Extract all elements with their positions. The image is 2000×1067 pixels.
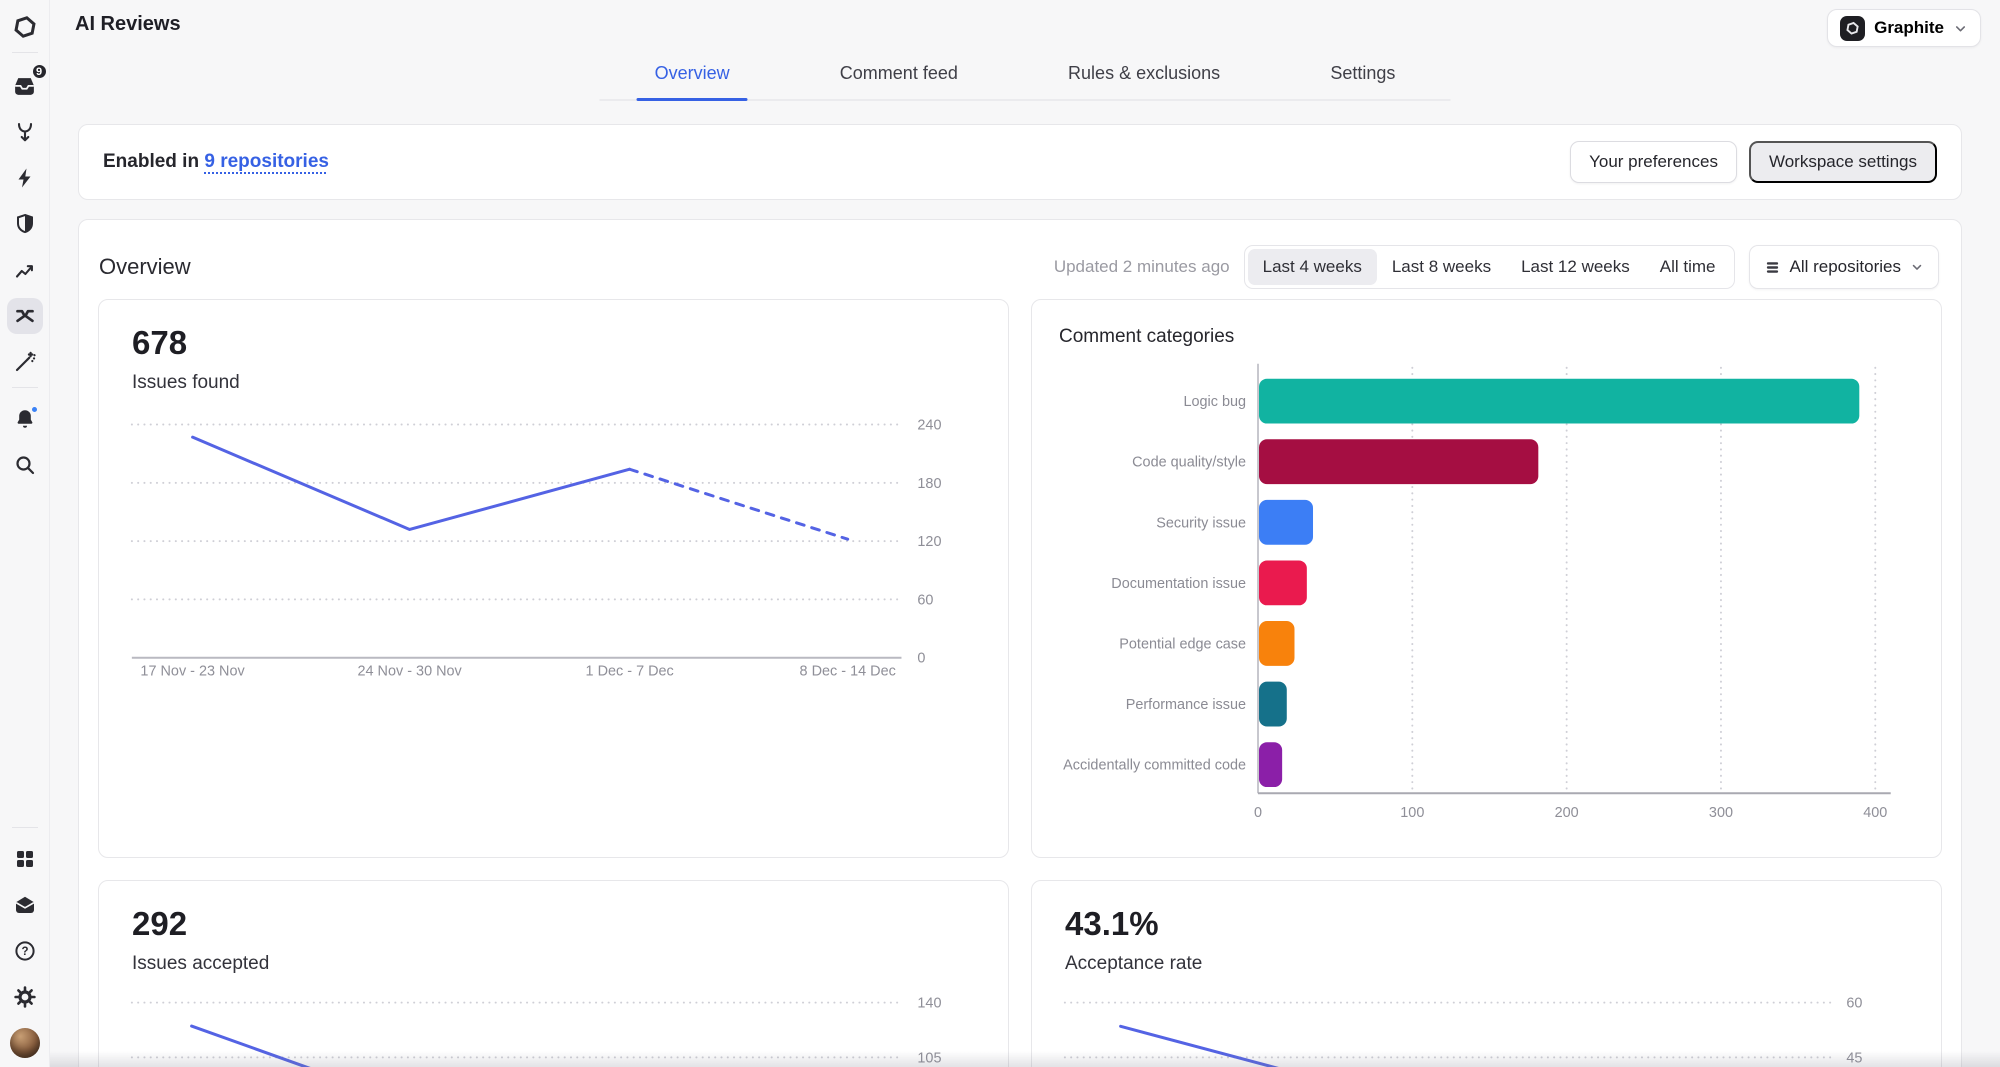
svg-text:105: 105: [917, 1050, 941, 1066]
sidebar-divider: [11, 827, 38, 828]
comment-categories-bar-chart: 0 100 200 300 400 Logic bug Code quality/style…: [1063, 363, 1891, 821]
org-avatar: [1840, 15, 1866, 41]
svg-text:300: 300: [1709, 805, 1733, 821]
stat-value: 678: [132, 324, 188, 361]
inbox-badge: 9: [30, 63, 48, 80]
flash-icon[interactable]: [7, 160, 43, 196]
automations-wand-icon[interactable]: [7, 344, 43, 380]
svg-text:24 Nov - 30 Nov: 24 Nov - 30 Nov: [357, 664, 462, 680]
overview-controls: Updated 2 minutes ago Last 4 weeks Last 8…: [1054, 245, 1939, 289]
issues-accepted-stat: 292 Issues accepted: [132, 905, 269, 975]
svg-text:0: 0: [917, 651, 925, 667]
svg-text:Performance issue: Performance issue: [1126, 697, 1246, 713]
svg-text:Logic bug: Logic bug: [1183, 394, 1246, 410]
sidebar-divider: [11, 387, 38, 388]
svg-text:400: 400: [1863, 805, 1887, 821]
top-bar: AI Reviews Overview Comment feed Rules & e…: [50, 0, 2000, 101]
sidebar-divider: [11, 52, 38, 53]
repository-filter-label: All repositories: [1789, 257, 1902, 276]
tab-overview[interactable]: Overview: [636, 51, 748, 101]
chevron-down-icon: [1955, 25, 1966, 31]
svg-text:1 Dec - 7 Dec: 1 Dec - 7 Dec: [586, 664, 674, 680]
workspace-settings-button[interactable]: Workspace settings: [1748, 141, 1937, 183]
overview-header: Overview Updated 2 minutes ago Last 4 we…: [79, 220, 1961, 289]
svg-text:100: 100: [1400, 805, 1424, 821]
svg-text:180: 180: [917, 476, 941, 492]
svg-text:Code quality/style: Code quality/style: [1132, 455, 1246, 471]
chart-title: Comment categories: [1059, 326, 1235, 347]
stat-label: Issues accepted: [132, 953, 270, 974]
svg-text:45: 45: [1846, 1050, 1862, 1066]
svg-text:17 Nov - 23 Nov: 17 Nov - 23 Nov: [140, 664, 245, 680]
repository-filter-dropdown[interactable]: All repositories: [1748, 245, 1939, 289]
svg-text:60: 60: [917, 592, 933, 608]
acceptance-rate-card: 43.1% Acceptance rate 60 45: [1031, 880, 1942, 1067]
chevron-down-icon: [1912, 264, 1922, 270]
svg-text:Accidentally committed code: Accidentally committed code: [1063, 758, 1246, 774]
inbox-icon[interactable]: 9: [7, 63, 48, 104]
tab-rules-exclusions[interactable]: Rules & exclusions: [1066, 51, 1222, 99]
stat-value: 43.1%: [1065, 905, 1159, 942]
stat-label: Acceptance rate: [1065, 953, 1203, 974]
graphite-logo-icon[interactable]: [7, 9, 43, 45]
svg-text:120: 120: [917, 534, 941, 550]
repositories-link[interactable]: 9 repositories: [204, 151, 329, 172]
page-title: AI Reviews: [75, 13, 181, 35]
section-title: Overview: [99, 254, 191, 279]
overview-section: Overview Updated 2 minutes ago Last 4 we…: [78, 219, 1962, 1067]
comment-categories-card: Comment categories 0 100 200 300 400 Logic bu…: [1031, 299, 1942, 858]
repositories-icon: [1766, 261, 1778, 273]
svg-text:0: 0: [1254, 805, 1262, 821]
settings-gear-icon[interactable]: [7, 979, 43, 1015]
svg-text:8 Dec - 14 Dec: 8 Dec - 14 Dec: [800, 664, 896, 680]
mail-icon[interactable]: [7, 887, 43, 923]
banner-actions: Your preferences Workspace settings: [1570, 141, 1937, 183]
enabled-prefix: Enabled in: [103, 151, 205, 172]
main-content: AI Reviews Overview Comment feed Rules & e…: [50, 0, 2000, 1067]
search-icon[interactable]: [7, 447, 43, 483]
svg-text:?: ?: [21, 946, 28, 958]
apps-grid-icon[interactable]: [7, 841, 43, 877]
time-range-segmented-control: Last 4 weeks Last 8 weeks Last 12 weeks All…: [1243, 245, 1735, 289]
your-preferences-button[interactable]: Your preferences: [1570, 141, 1737, 183]
svg-text:200: 200: [1555, 805, 1579, 821]
enabled-banner-text: Enabled in 9 repositories: [103, 151, 329, 173]
merge-icon[interactable]: [7, 114, 43, 150]
updated-timestamp: Updated 2 minutes ago: [1053, 257, 1230, 276]
sidebar: 9 ?: [0, 0, 50, 1067]
insights-icon[interactable]: [7, 252, 43, 288]
org-switcher-button[interactable]: Graphite: [1827, 9, 1981, 47]
range-last-8-weeks[interactable]: Last 8 weeks: [1377, 249, 1506, 285]
svg-text:Documentation issue: Documentation issue: [1111, 576, 1246, 592]
issues-found-stat: 678 Issues found: [132, 324, 240, 394]
user-avatar[interactable]: [7, 1025, 43, 1061]
svg-text:60: 60: [1846, 996, 1862, 1012]
notifications-bell-icon[interactable]: [7, 401, 43, 437]
svg-text:140: 140: [917, 996, 941, 1012]
issues-accepted-card: 292 Issues accepted 140 105: [98, 880, 1009, 1067]
ai-reviews-icon[interactable]: [6, 298, 43, 334]
tab-comment-feed[interactable]: Comment feed: [838, 51, 960, 99]
charts-grid: 678 Issues found 0 60 120 180 240 17 Nov - 23…: [79, 299, 1961, 1067]
shield-icon[interactable]: [7, 206, 43, 242]
enabled-banner: Enabled in 9 repositories Your preferenc…: [78, 124, 1962, 200]
acceptance-rate-stat: 43.1% Acceptance rate: [1065, 905, 1202, 975]
help-icon[interactable]: ?: [7, 933, 43, 969]
range-last-12-weeks[interactable]: Last 12 weeks: [1506, 249, 1645, 285]
range-last-4-weeks[interactable]: Last 4 weeks: [1247, 249, 1377, 285]
notifications-unread-dot: [29, 405, 39, 414]
tabs: Overview Comment feed Rules & exclusions Se…: [599, 51, 1451, 101]
tab-settings[interactable]: Settings: [1328, 51, 1397, 99]
issues-found-card: 678 Issues found 0 60 120 180 240 17 Nov - 23…: [98, 299, 1009, 858]
org-name: Graphite: [1874, 18, 1944, 37]
svg-text:Security issue: Security issue: [1156, 515, 1246, 531]
stat-label: Issues found: [132, 372, 240, 393]
svg-text:240: 240: [917, 418, 941, 434]
range-all-time[interactable]: All time: [1645, 249, 1731, 285]
avatar-image: [9, 1028, 40, 1058]
svg-text:Potential edge case: Potential edge case: [1119, 636, 1246, 652]
stat-value: 292: [132, 905, 188, 942]
